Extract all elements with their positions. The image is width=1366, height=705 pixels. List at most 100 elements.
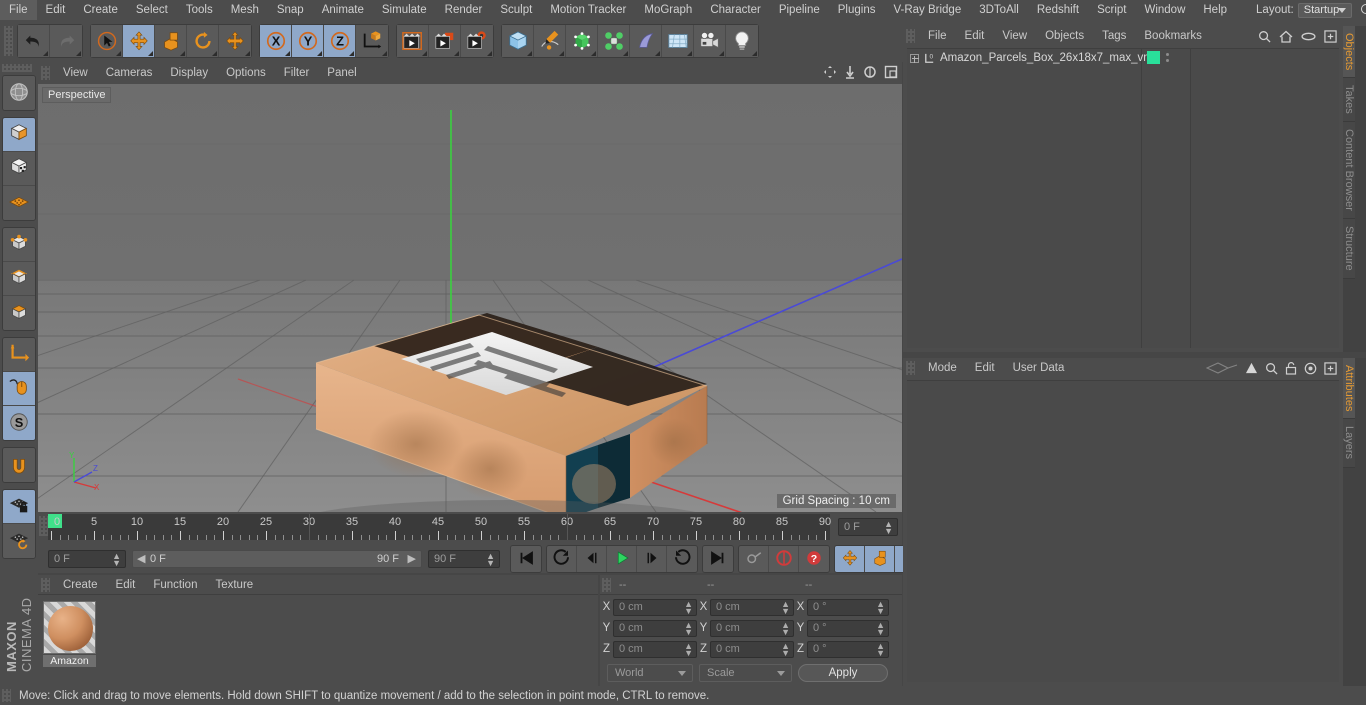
texture-mode-button[interactable]	[3, 186, 35, 220]
menu-item-render[interactable]: Render	[436, 0, 492, 20]
tool-overflow-corner[interactable]	[180, 51, 185, 56]
tool-overflow-corner[interactable]	[76, 51, 81, 56]
next-key-button[interactable]	[667, 546, 697, 572]
tool-overflow-corner[interactable]	[317, 51, 322, 56]
scale-tool[interactable]	[155, 25, 187, 57]
tool-overflow-corner[interactable]	[487, 51, 492, 56]
menu-item-sculpt[interactable]: Sculpt	[491, 0, 541, 20]
y-axis-lock[interactable]: Y	[292, 25, 324, 57]
add-generator[interactable]	[566, 25, 598, 57]
spinner-arrows-icon[interactable]: ▲ ▼	[486, 552, 495, 568]
add-environment[interactable]	[662, 25, 694, 57]
timeline-grip[interactable]	[39, 516, 48, 536]
tab-content-browser[interactable]: Content Browser	[1343, 122, 1355, 219]
move-tool[interactable]	[123, 25, 155, 57]
select-tool[interactable]	[91, 25, 123, 57]
attribute-manager-grip[interactable]	[906, 361, 915, 375]
workplane-rotate-button[interactable]	[3, 524, 35, 558]
add-deformer[interactable]	[598, 25, 630, 57]
add-scene-object[interactable]	[630, 25, 662, 57]
menu-item-simulate[interactable]: Simulate	[373, 0, 436, 20]
material-menu-edit[interactable]: Edit	[107, 579, 145, 591]
viewport-menu-panel[interactable]: Panel	[318, 67, 365, 79]
tool-overflow-corner[interactable]	[245, 51, 250, 56]
menu-item-v-ray-bridge[interactable]: V-Ray Bridge	[884, 0, 970, 20]
menu-item-select[interactable]: Select	[127, 0, 177, 20]
rotation-x-field[interactable]: 0 ° ▲ ▼	[807, 598, 889, 616]
viewport-menu-options[interactable]: Options	[217, 67, 275, 79]
redo-button[interactable]	[50, 25, 82, 57]
tab-objects[interactable]: Objects	[1343, 26, 1355, 79]
add-cube-primitive[interactable]	[502, 25, 534, 57]
menu-item-pipeline[interactable]: Pipeline	[770, 0, 829, 20]
spinner-arrows-icon[interactable]: ▲ ▼	[781, 599, 790, 615]
unlock-icon[interactable]	[1285, 361, 1297, 375]
menu-item-motion-tracker[interactable]: Motion Tracker	[541, 0, 635, 20]
status-bar-grip[interactable]	[2, 689, 11, 702]
go-to-start-button[interactable]	[511, 546, 541, 572]
left-palette-grip[interactable]	[2, 64, 32, 72]
coordinate-manager-grip[interactable]	[602, 577, 611, 592]
spinner-arrows-icon[interactable]: ▲ ▼	[876, 641, 885, 657]
menu-item-animate[interactable]: Animate	[313, 0, 373, 20]
render-to-picture-viewer-button[interactable]	[429, 25, 461, 57]
eye-icon[interactable]	[1301, 31, 1316, 42]
spinner-arrows-icon[interactable]: ▲ ▼	[684, 620, 693, 636]
position-x-field[interactable]: 0 cm ▲ ▼	[613, 598, 697, 616]
menu-item-create[interactable]: Create	[74, 0, 127, 20]
current-frame-field[interactable]: 0 F ▲ ▼	[838, 518, 898, 536]
size-y-field[interactable]: 0 cm ▲ ▼	[710, 619, 794, 637]
end-frame-field[interactable]: 90 F ▲ ▼	[428, 550, 500, 568]
add-camera[interactable]	[694, 25, 726, 57]
target-icon[interactable]	[1304, 362, 1317, 375]
object-menu-view[interactable]: View	[993, 30, 1036, 42]
rotation-y-field[interactable]: 0 ° ▲ ▼	[807, 619, 889, 637]
viewport-menu-display[interactable]: Display	[161, 67, 217, 79]
tool-overflow-corner[interactable]	[719, 51, 724, 56]
dolly-camera-icon[interactable]	[844, 65, 856, 79]
toolbar-grip[interactable]	[4, 26, 13, 56]
material-manager-grip[interactable]	[41, 577, 50, 592]
search-icon[interactable]	[1265, 362, 1278, 375]
viewport-menu-cameras[interactable]: Cameras	[97, 67, 162, 79]
tool-overflow-corner[interactable]	[559, 51, 564, 56]
step-back-button[interactable]	[577, 546, 607, 572]
tool-overflow-corner[interactable]	[116, 51, 121, 56]
attribute-body[interactable]	[907, 380, 1339, 682]
render-settings-button[interactable]	[461, 25, 493, 57]
object-name[interactable]: Amazon_Parcels_Box_26x18x7_max_vray	[940, 52, 1159, 64]
tool-overflow-corner[interactable]	[687, 51, 692, 56]
undo-button[interactable]	[18, 25, 50, 57]
maximize-viewport-icon[interactable]	[884, 65, 898, 79]
material-name-label[interactable]: Amazon	[43, 655, 96, 667]
render-view-button[interactable]	[397, 25, 429, 57]
menu-item-edit[interactable]: Edit	[37, 0, 75, 20]
object-menu-bookmarks[interactable]: Bookmarks	[1135, 30, 1211, 42]
go-to-end-button[interactable]	[703, 546, 733, 572]
menu-item-script[interactable]: Script	[1088, 0, 1135, 20]
object-menu-file[interactable]: File	[919, 30, 956, 42]
search-icon[interactable]	[1360, 3, 1366, 17]
interface-icon[interactable]	[1206, 362, 1238, 374]
layout-select[interactable]: Startup	[1297, 2, 1353, 18]
range-right-arrow-icon[interactable]: ▶	[408, 551, 416, 567]
attribute-menu-mode[interactable]: Mode	[919, 362, 966, 374]
object-menu-edit[interactable]: Edit	[956, 30, 994, 42]
pan-camera-icon[interactable]	[823, 65, 837, 79]
object-menu-objects[interactable]: Objects	[1036, 30, 1093, 42]
viewport-menu-filter[interactable]: Filter	[275, 67, 319, 79]
scale-key-button[interactable]	[865, 546, 895, 572]
tool-overflow-corner[interactable]	[43, 51, 48, 56]
menu-item-3dtoall[interactable]: 3DToAll	[970, 0, 1028, 20]
timeline-ruler[interactable]: 051015202530354045505560657075808590	[48, 514, 831, 540]
rotate-camera-icon[interactable]	[863, 65, 877, 79]
menu-item-plugins[interactable]: Plugins	[829, 0, 885, 20]
object-menu-tags[interactable]: Tags	[1093, 30, 1135, 42]
step-forward-button[interactable]	[637, 546, 667, 572]
coordinate-system-dropdown[interactable]: World	[607, 664, 693, 682]
object-manager-grip[interactable]	[906, 29, 915, 43]
position-z-field[interactable]: 0 cm ▲ ▼	[613, 640, 697, 658]
up-arrow-icon[interactable]	[1245, 362, 1258, 374]
viewport-menu-view[interactable]: View	[54, 67, 97, 79]
start-frame-field[interactable]: 0 F ▲ ▼	[48, 550, 126, 568]
